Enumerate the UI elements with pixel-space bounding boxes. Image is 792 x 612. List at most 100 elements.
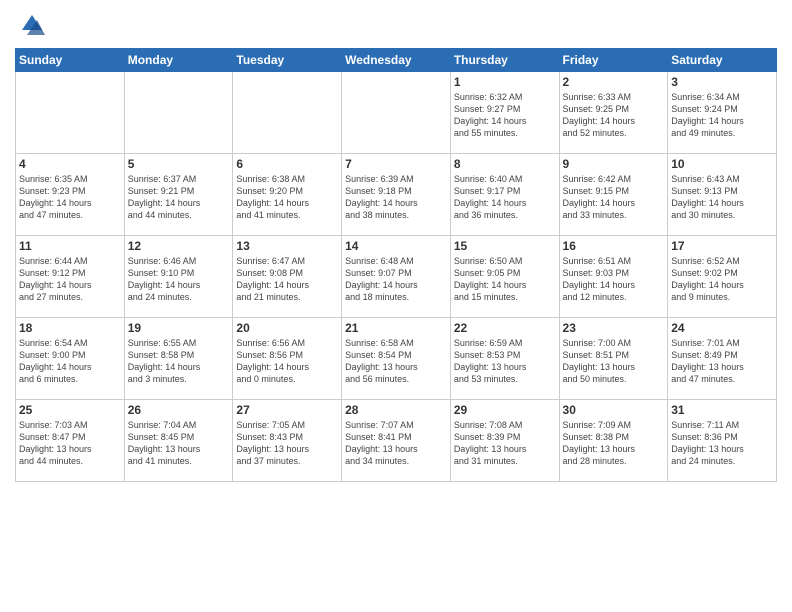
day-info: Sunrise: 6:51 AM Sunset: 9:03 PM Dayligh… <box>563 255 665 304</box>
day-number: 1 <box>454 75 556 89</box>
day-number: 16 <box>563 239 665 253</box>
day-info: Sunrise: 6:48 AM Sunset: 9:07 PM Dayligh… <box>345 255 447 304</box>
day-number: 14 <box>345 239 447 253</box>
calendar-cell: 20 Sunrise: 6:56 AM Sunset: 8:56 PM Dayli… <box>233 318 342 400</box>
calendar-table: SundayMondayTuesdayWednesdayThursdayFrid… <box>15 48 777 482</box>
calendar-cell: 13 Sunrise: 6:47 AM Sunset: 9:08 PM Dayli… <box>233 236 342 318</box>
calendar-cell: 26 Sunrise: 7:04 AM Sunset: 8:45 PM Dayli… <box>124 400 233 482</box>
day-number: 3 <box>671 75 773 89</box>
day-number: 10 <box>671 157 773 171</box>
day-number: 19 <box>128 321 230 335</box>
day-number: 23 <box>563 321 665 335</box>
day-info: Sunrise: 6:34 AM Sunset: 9:24 PM Dayligh… <box>671 91 773 140</box>
day-info: Sunrise: 6:42 AM Sunset: 9:15 PM Dayligh… <box>563 173 665 222</box>
day-info: Sunrise: 6:52 AM Sunset: 9:02 PM Dayligh… <box>671 255 773 304</box>
day-info: Sunrise: 6:35 AM Sunset: 9:23 PM Dayligh… <box>19 173 121 222</box>
day-number: 31 <box>671 403 773 417</box>
week-row-1: 1 Sunrise: 6:32 AM Sunset: 9:27 PM Daylig… <box>16 72 777 154</box>
col-header-monday: Monday <box>124 49 233 72</box>
day-number: 4 <box>19 157 121 171</box>
calendar-cell: 10 Sunrise: 6:43 AM Sunset: 9:13 PM Dayli… <box>668 154 777 236</box>
day-info: Sunrise: 6:50 AM Sunset: 9:05 PM Dayligh… <box>454 255 556 304</box>
day-info: Sunrise: 6:39 AM Sunset: 9:18 PM Dayligh… <box>345 173 447 222</box>
day-number: 8 <box>454 157 556 171</box>
day-number: 22 <box>454 321 556 335</box>
day-info: Sunrise: 7:11 AM Sunset: 8:36 PM Dayligh… <box>671 419 773 468</box>
calendar-cell: 22 Sunrise: 6:59 AM Sunset: 8:53 PM Dayli… <box>450 318 559 400</box>
calendar-cell: 17 Sunrise: 6:52 AM Sunset: 9:02 PM Dayli… <box>668 236 777 318</box>
day-number: 20 <box>236 321 338 335</box>
day-info: Sunrise: 7:07 AM Sunset: 8:41 PM Dayligh… <box>345 419 447 468</box>
calendar-cell: 18Sunrise: 6:54 AM Sunset: 9:00 PM Dayli… <box>16 318 125 400</box>
day-number: 15 <box>454 239 556 253</box>
calendar-cell: 2 Sunrise: 6:33 AM Sunset: 9:25 PM Daylig… <box>559 72 668 154</box>
day-number: 28 <box>345 403 447 417</box>
day-number: 12 <box>128 239 230 253</box>
calendar-cell: 6 Sunrise: 6:38 AM Sunset: 9:20 PM Daylig… <box>233 154 342 236</box>
calendar-cell: 1 Sunrise: 6:32 AM Sunset: 9:27 PM Daylig… <box>450 72 559 154</box>
day-info: Sunrise: 6:37 AM Sunset: 9:21 PM Dayligh… <box>128 173 230 222</box>
day-number: 7 <box>345 157 447 171</box>
calendar-cell: 9 Sunrise: 6:42 AM Sunset: 9:15 PM Daylig… <box>559 154 668 236</box>
day-info: Sunrise: 7:03 AM Sunset: 8:47 PM Dayligh… <box>19 419 121 468</box>
calendar-cell: 8 Sunrise: 6:40 AM Sunset: 9:17 PM Daylig… <box>450 154 559 236</box>
day-number: 26 <box>128 403 230 417</box>
col-header-saturday: Saturday <box>668 49 777 72</box>
day-info: Sunrise: 6:33 AM Sunset: 9:25 PM Dayligh… <box>563 91 665 140</box>
calendar-cell <box>233 72 342 154</box>
calendar-cell: 15 Sunrise: 6:50 AM Sunset: 9:05 PM Dayli… <box>450 236 559 318</box>
calendar-cell: 28 Sunrise: 7:07 AM Sunset: 8:41 PM Dayli… <box>342 400 451 482</box>
day-number: 29 <box>454 403 556 417</box>
day-info: Sunrise: 6:38 AM Sunset: 9:20 PM Dayligh… <box>236 173 338 222</box>
calendar-cell: 21 Sunrise: 6:58 AM Sunset: 8:54 PM Dayli… <box>342 318 451 400</box>
page-header <box>15 10 777 40</box>
calendar-cell <box>342 72 451 154</box>
calendar-cell: 16 Sunrise: 6:51 AM Sunset: 9:03 PM Dayli… <box>559 236 668 318</box>
day-number: 27 <box>236 403 338 417</box>
day-info: Sunrise: 6:58 AM Sunset: 8:54 PM Dayligh… <box>345 337 447 386</box>
day-info: Sunrise: 6:47 AM Sunset: 9:08 PM Dayligh… <box>236 255 338 304</box>
calendar-cell <box>124 72 233 154</box>
day-number: 9 <box>563 157 665 171</box>
day-number: 11 <box>19 239 121 253</box>
calendar-cell: 29Sunrise: 7:08 AM Sunset: 8:39 PM Dayli… <box>450 400 559 482</box>
day-info: Sunrise: 6:55 AM Sunset: 8:58 PM Dayligh… <box>128 337 230 386</box>
week-row-5: 25 Sunrise: 7:03 AM Sunset: 8:47 PM Dayli… <box>16 400 777 482</box>
day-number: 21 <box>345 321 447 335</box>
day-number: 17 <box>671 239 773 253</box>
calendar-cell: 14 Sunrise: 6:48 AM Sunset: 9:07 PM Dayli… <box>342 236 451 318</box>
page-container: SundayMondayTuesdayWednesdayThursdayFrid… <box>0 0 792 487</box>
day-info: Sunrise: 7:04 AM Sunset: 8:45 PM Dayligh… <box>128 419 230 468</box>
day-number: 18 <box>19 321 121 335</box>
col-header-friday: Friday <box>559 49 668 72</box>
day-number: 30 <box>563 403 665 417</box>
day-info: Sunrise: 6:43 AM Sunset: 9:13 PM Dayligh… <box>671 173 773 222</box>
day-info: Sunrise: 6:56 AM Sunset: 8:56 PM Dayligh… <box>236 337 338 386</box>
header-row: SundayMondayTuesdayWednesdayThursdayFrid… <box>16 49 777 72</box>
calendar-cell: 11 Sunrise: 6:44 AM Sunset: 9:12 PM Dayli… <box>16 236 125 318</box>
day-info: Sunrise: 6:44 AM Sunset: 9:12 PM Dayligh… <box>19 255 121 304</box>
calendar-cell: 7 Sunrise: 6:39 AM Sunset: 9:18 PM Daylig… <box>342 154 451 236</box>
col-header-sunday: Sunday <box>16 49 125 72</box>
day-number: 5 <box>128 157 230 171</box>
day-number: 6 <box>236 157 338 171</box>
calendar-cell: 31 Sunrise: 7:11 AM Sunset: 8:36 PM Dayli… <box>668 400 777 482</box>
day-number: 24 <box>671 321 773 335</box>
day-number: 25 <box>19 403 121 417</box>
logo <box>15 10 47 40</box>
calendar-cell: 27Sunrise: 7:05 AM Sunset: 8:43 PM Dayli… <box>233 400 342 482</box>
calendar-cell: 30 Sunrise: 7:09 AM Sunset: 8:38 PM Dayli… <box>559 400 668 482</box>
day-info: Sunrise: 6:40 AM Sunset: 9:17 PM Dayligh… <box>454 173 556 222</box>
day-info: Sunrise: 6:32 AM Sunset: 9:27 PM Dayligh… <box>454 91 556 140</box>
day-number: 13 <box>236 239 338 253</box>
calendar-cell: 19 Sunrise: 6:55 AM Sunset: 8:58 PM Dayli… <box>124 318 233 400</box>
day-info: Sunrise: 6:59 AM Sunset: 8:53 PM Dayligh… <box>454 337 556 386</box>
day-number: 2 <box>563 75 665 89</box>
calendar-cell: 25 Sunrise: 7:03 AM Sunset: 8:47 PM Dayli… <box>16 400 125 482</box>
day-info: Sunrise: 7:09 AM Sunset: 8:38 PM Dayligh… <box>563 419 665 468</box>
calendar-cell: 5 Sunrise: 6:37 AM Sunset: 9:21 PM Daylig… <box>124 154 233 236</box>
day-info: Sunrise: 7:00 AM Sunset: 8:51 PM Dayligh… <box>563 337 665 386</box>
calendar-cell: 12Sunrise: 6:46 AM Sunset: 9:10 PM Dayli… <box>124 236 233 318</box>
calendar-cell: 24Sunrise: 7:01 AM Sunset: 8:49 PM Dayli… <box>668 318 777 400</box>
calendar-cell: 4 Sunrise: 6:35 AM Sunset: 9:23 PM Daylig… <box>16 154 125 236</box>
